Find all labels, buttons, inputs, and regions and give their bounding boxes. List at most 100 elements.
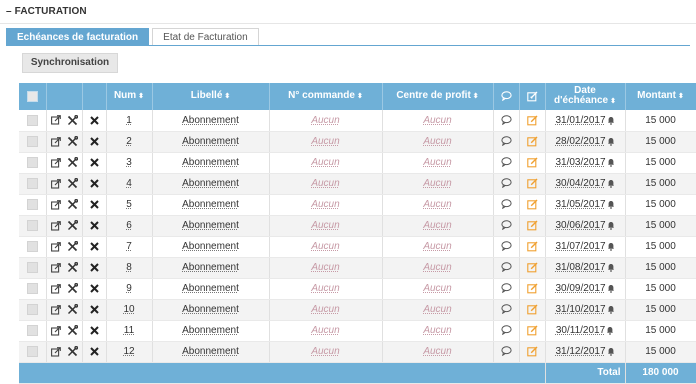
comment-icon[interactable] (500, 283, 512, 294)
header-commande[interactable]: N° commande ⬍ (269, 83, 383, 110)
row-num-link[interactable]: 11 (124, 325, 134, 336)
open-external-icon[interactable] (50, 262, 61, 273)
delete-icon[interactable] (89, 347, 99, 356)
bell-icon[interactable] (607, 179, 615, 188)
edit-icon[interactable] (526, 241, 538, 252)
select-all-checkbox[interactable] (26, 90, 38, 102)
facturation-section-header[interactable]: – FACTURATION (0, 0, 696, 24)
tools-icon[interactable] (67, 262, 78, 273)
row-commande-value[interactable]: Aucun (311, 325, 339, 336)
row-centre-value[interactable]: Aucun (423, 325, 451, 336)
row-centre-value[interactable]: Aucun (423, 304, 451, 315)
delete-icon[interactable] (89, 221, 99, 230)
row-libelle-link[interactable]: Abonnement (182, 157, 239, 168)
tools-icon[interactable] (67, 220, 78, 231)
bell-icon[interactable] (607, 221, 615, 230)
row-libelle-link[interactable]: Abonnement (182, 136, 239, 147)
row-num-link[interactable]: 5 (126, 199, 132, 210)
tools-icon[interactable] (67, 157, 78, 168)
row-num-link[interactable]: 12 (123, 346, 134, 357)
row-libelle-link[interactable]: Abonnement (182, 283, 239, 294)
edit-icon[interactable] (526, 157, 538, 168)
row-checkbox[interactable] (26, 219, 38, 231)
open-external-icon[interactable] (50, 346, 61, 357)
comment-icon[interactable] (500, 178, 512, 189)
open-external-icon[interactable] (50, 304, 61, 315)
tools-icon[interactable] (67, 199, 78, 210)
row-commande-value[interactable]: Aucun (311, 262, 339, 273)
row-num-link[interactable]: 10 (123, 304, 134, 315)
edit-icon[interactable] (526, 115, 538, 126)
row-commande-value[interactable]: Aucun (311, 199, 339, 210)
row-commande-value[interactable]: Aucun (311, 136, 339, 147)
row-date-link[interactable]: 30/11/2017 (556, 325, 605, 336)
bell-icon[interactable] (607, 347, 615, 356)
row-checkbox[interactable] (26, 177, 38, 189)
row-checkbox[interactable] (26, 345, 38, 357)
edit-icon[interactable] (526, 346, 538, 357)
tools-icon[interactable] (67, 346, 78, 357)
comment-icon[interactable] (500, 157, 512, 168)
delete-icon[interactable] (89, 158, 99, 167)
row-centre-value[interactable]: Aucun (423, 283, 451, 294)
collapse-toggle[interactable]: – (6, 6, 12, 17)
row-centre-value[interactable]: Aucun (423, 262, 451, 273)
bell-icon[interactable] (607, 137, 615, 146)
row-libelle-link[interactable]: Abonnement (182, 241, 239, 252)
row-libelle-link[interactable]: Abonnement (182, 304, 239, 315)
edit-icon[interactable] (526, 325, 538, 336)
tools-icon[interactable] (67, 114, 78, 126)
row-num-link[interactable]: 3 (126, 157, 132, 168)
open-external-icon[interactable] (50, 220, 61, 231)
comment-icon[interactable] (500, 241, 512, 252)
synchronisation-button[interactable]: Synchronisation (22, 53, 118, 73)
edit-icon[interactable] (526, 262, 538, 273)
tab-echeances[interactable]: Echéances de facturation (6, 28, 150, 46)
row-checkbox[interactable] (26, 324, 38, 336)
comment-icon[interactable] (500, 220, 512, 231)
row-date-link[interactable]: 30/09/2017 (555, 283, 605, 294)
comment-icon[interactable] (500, 346, 512, 357)
row-date-link[interactable]: 28/02/2017 (555, 136, 605, 147)
delete-icon[interactable] (89, 305, 99, 314)
row-date-link[interactable]: 31/12/2017 (555, 346, 605, 357)
bell-icon[interactable] (606, 326, 614, 335)
row-date-link[interactable]: 31/03/2017 (555, 157, 605, 168)
row-centre-value[interactable]: Aucun (423, 220, 451, 231)
open-external-icon[interactable] (50, 136, 61, 147)
bell-icon[interactable] (607, 305, 615, 314)
row-libelle-link[interactable]: Abonnement (182, 178, 239, 189)
row-date-link[interactable]: 31/05/2017 (555, 199, 605, 210)
row-centre-value[interactable]: Aucun (423, 157, 451, 168)
bell-icon[interactable] (607, 242, 615, 251)
delete-icon[interactable] (89, 326, 99, 335)
row-libelle-link[interactable]: Abonnement (182, 346, 239, 357)
row-num-link[interactable]: 2 (126, 136, 132, 147)
delete-icon[interactable] (89, 242, 99, 251)
tools-icon[interactable] (67, 325, 78, 336)
row-date-link[interactable]: 31/10/2017 (555, 304, 605, 315)
row-libelle-link[interactable]: Abonnement (182, 325, 239, 336)
row-checkbox[interactable] (26, 303, 38, 315)
open-external-icon[interactable] (50, 178, 61, 189)
bell-icon[interactable] (607, 263, 615, 272)
row-date-link[interactable]: 31/07/2017 (555, 241, 605, 252)
tab-etat-facturation[interactable]: Etat de Facturation (152, 28, 259, 46)
row-commande-value[interactable]: Aucun (311, 283, 339, 294)
row-libelle-link[interactable]: Abonnement (182, 115, 239, 126)
row-num-link[interactable]: 4 (126, 178, 132, 189)
row-libelle-link[interactable]: Abonnement (182, 199, 239, 210)
delete-icon[interactable] (89, 179, 99, 188)
bell-icon[interactable] (607, 284, 615, 293)
row-checkbox[interactable] (26, 156, 38, 168)
row-checkbox[interactable] (26, 261, 38, 273)
row-commande-value[interactable]: Aucun (311, 220, 339, 231)
edit-icon[interactable] (526, 178, 538, 189)
row-num-link[interactable]: 8 (126, 262, 132, 273)
comment-icon[interactable] (500, 199, 512, 210)
comment-icon[interactable] (500, 136, 512, 147)
header-date-echeance[interactable]: Date d'échéance ⬍ (545, 83, 626, 110)
comment-icon[interactable] (500, 115, 512, 126)
select-all-header[interactable] (19, 83, 47, 110)
row-centre-value[interactable]: Aucun (423, 115, 451, 126)
